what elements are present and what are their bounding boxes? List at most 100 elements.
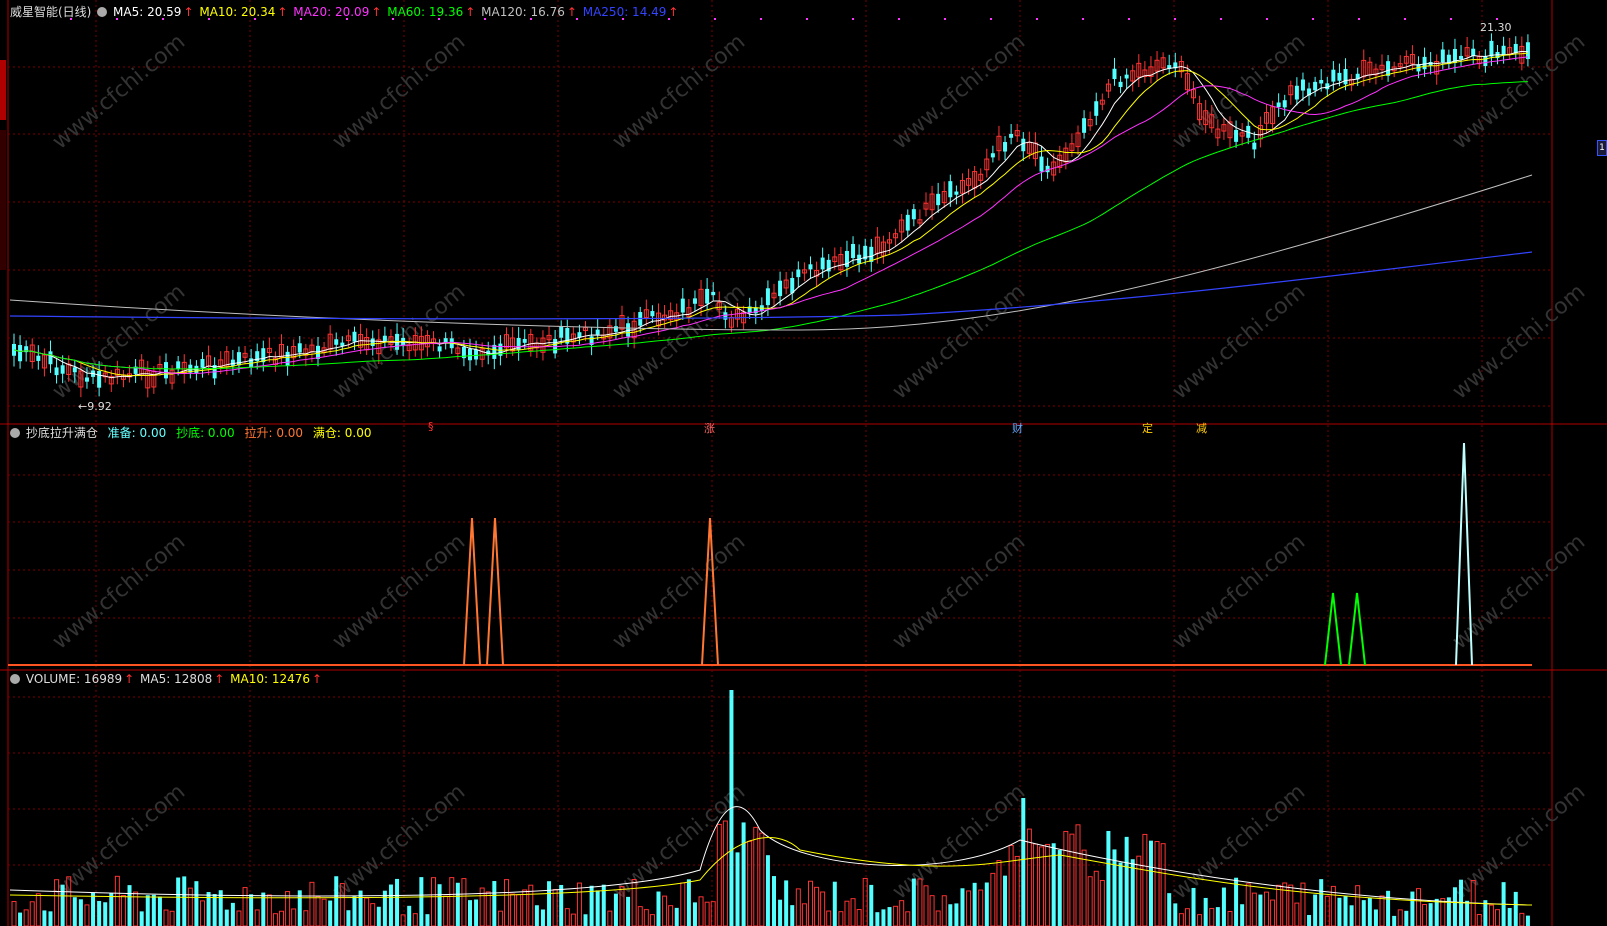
settings-gear-icon[interactable]	[10, 674, 20, 684]
volume-bar	[1422, 904, 1428, 926]
candle-body	[705, 288, 710, 304]
candle-body	[559, 326, 564, 338]
candle-body	[340, 342, 345, 346]
volume-bar	[838, 911, 844, 926]
volume-bar	[91, 892, 96, 926]
volume-bar	[1361, 900, 1366, 926]
candle-body	[1319, 79, 1324, 84]
volume-bar	[698, 896, 704, 926]
event-marker[interactable]: 减	[1196, 420, 1207, 436]
watermark-text: www.cfchi.com	[888, 529, 1030, 654]
volume-bar	[120, 895, 126, 926]
candle-body	[820, 257, 825, 270]
volume-bar	[1021, 798, 1026, 926]
volume-bar	[929, 895, 935, 926]
volume-bar	[249, 894, 254, 926]
up-arrow-icon: ↑	[277, 5, 288, 19]
volume-bar	[364, 897, 370, 926]
volume-bar	[1415, 888, 1421, 926]
marker-dot	[1036, 18, 1038, 20]
volume-bar	[559, 884, 564, 926]
volume-bar	[960, 888, 965, 926]
event-marker[interactable]: 定	[1142, 420, 1153, 436]
volume-bar	[704, 901, 710, 926]
volume-bar	[1392, 915, 1397, 926]
ma10-label: MA10: 20.34	[199, 5, 276, 19]
volume-bar	[309, 881, 315, 926]
volume-bar	[923, 885, 929, 926]
up-arrow-icon: ↑	[183, 5, 194, 19]
volume-bar	[1379, 895, 1385, 926]
left-tab-bar[interactable]	[0, 60, 6, 120]
ma60-line	[13, 81, 1528, 370]
marker-dot	[990, 18, 992, 20]
volume-bar	[109, 893, 114, 926]
watermark-text: www.cfchi.com	[48, 279, 190, 404]
event-marker[interactable]: 涨	[704, 420, 715, 436]
event-marker[interactable]: §	[428, 420, 434, 433]
candle-body	[1422, 56, 1427, 70]
main-legend: 威星智能(日线) MA5: 20.59 ↑ MA10: 20.34 ↑ MA20: …	[10, 4, 680, 20]
volume-bar	[747, 840, 753, 926]
volume-bar	[778, 899, 783, 926]
volume-ma5: MA5: 12808	[140, 672, 213, 686]
volume-bar	[814, 886, 820, 926]
settings-gear-icon[interactable]	[97, 7, 108, 17]
candle-body	[36, 355, 41, 361]
watermark-text: www.cfchi.com	[608, 279, 750, 404]
indicator-title: 抄底拉升满仓	[25, 426, 98, 440]
volume-bar	[29, 901, 35, 926]
volume-bar	[1167, 893, 1172, 926]
volume-bar	[78, 899, 83, 926]
candle-body	[905, 214, 910, 231]
right-side-marker[interactable]: 1	[1597, 140, 1607, 156]
volume-bar	[1178, 913, 1184, 926]
candle-body	[851, 243, 856, 258]
left-tab-bar-2[interactable]	[0, 130, 6, 270]
settings-gear-icon[interactable]	[10, 428, 20, 438]
event-marker[interactable]: 财	[1012, 420, 1023, 436]
volume-bar	[741, 822, 746, 926]
volume-bar	[279, 910, 285, 926]
volume-bar	[856, 909, 862, 926]
candle-body	[1234, 129, 1239, 142]
bottom-signal-spike	[1324, 592, 1342, 666]
volume-bar	[114, 875, 120, 926]
volume-bar	[388, 884, 393, 926]
volume-bar	[145, 895, 150, 926]
candle-body	[72, 367, 77, 373]
volume-bar	[376, 906, 381, 926]
candle-body	[285, 351, 290, 366]
volume-bar	[686, 879, 691, 926]
volume-bar	[443, 895, 449, 926]
candle-body	[437, 346, 442, 352]
candle-body	[474, 349, 479, 360]
candle-body	[1082, 118, 1087, 133]
volume-bar	[1093, 870, 1099, 926]
volume-bar	[1263, 891, 1269, 926]
volume-bar	[759, 832, 765, 926]
volume-bar	[468, 900, 472, 926]
volume-bar	[954, 903, 959, 926]
watermark-text: www.cfchi.com	[1448, 279, 1590, 404]
volume-bar	[1087, 876, 1093, 926]
marker-dot	[1082, 18, 1084, 20]
volume-bar	[1148, 840, 1153, 926]
volume-bar	[48, 911, 53, 926]
candle-body	[796, 269, 801, 278]
volume-bar	[1227, 911, 1233, 926]
volume-bar	[790, 905, 795, 926]
ma120-line	[9, 174, 1533, 331]
volume-bar	[18, 912, 23, 926]
volume-bar	[564, 908, 570, 926]
volume-bar	[1410, 891, 1415, 926]
volume-bar	[552, 888, 558, 926]
bottom-signal-spike	[1348, 592, 1366, 666]
watermark-text: www.cfchi.com	[1168, 529, 1310, 654]
candle-body	[1021, 138, 1026, 152]
volume-bar	[315, 895, 321, 926]
volume-bar	[911, 878, 916, 926]
volume-bar	[522, 889, 528, 926]
kline-chart-canvas[interactable]: www.cfchi.com www.cfchi.com www.cfchi.com w…	[0, 0, 1607, 926]
volume-bar	[784, 880, 789, 926]
